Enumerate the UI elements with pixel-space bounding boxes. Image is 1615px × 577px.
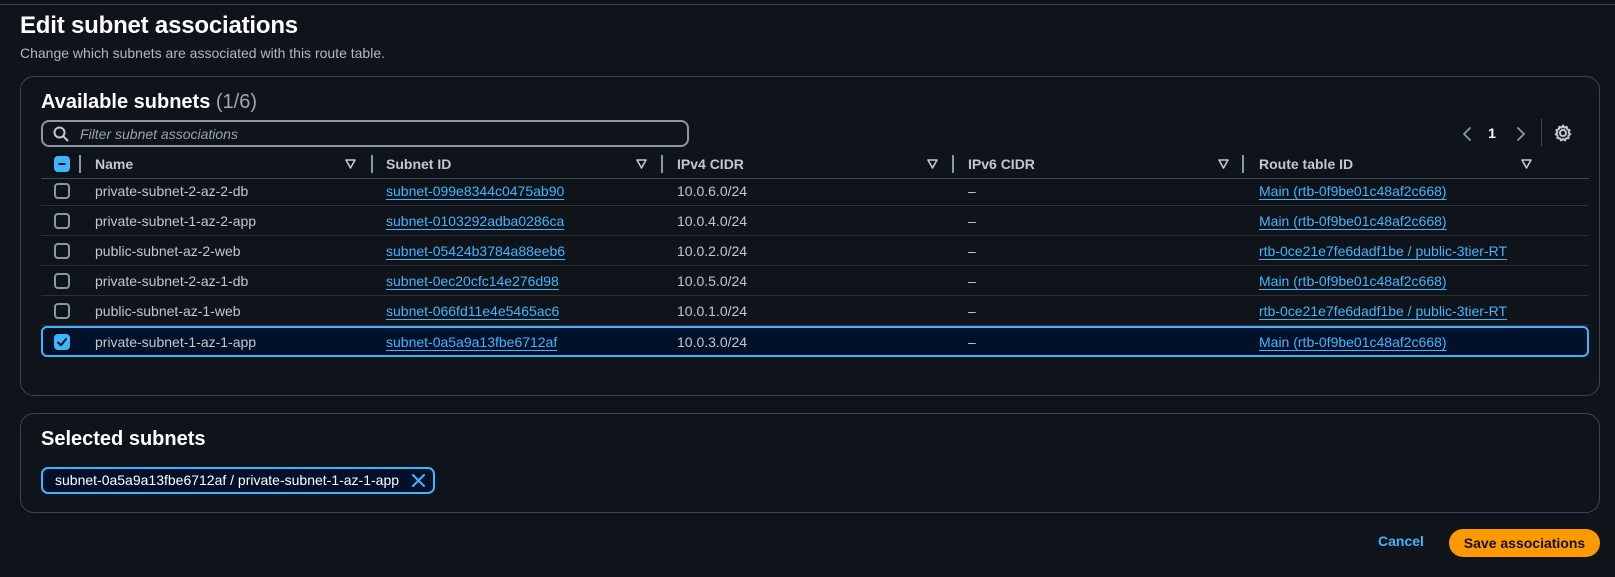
row-checkbox[interactable]: [54, 243, 70, 259]
selection-count: (1/6): [215, 91, 258, 113]
subnet-id-link[interactable]: subnet-05424b3784a88eeb6: [386, 236, 565, 266]
column-separator: [661, 155, 663, 173]
cell-ipv6: –: [968, 273, 976, 289]
selected-subnets-title: Selected subnets: [41, 428, 206, 450]
cell-ipv4: 10.0.6.0/24: [677, 183, 748, 199]
sort-caret-icon[interactable]: [1218, 159, 1229, 169]
cell-ipv6: –: [968, 213, 976, 229]
table-row[interactable]: public-subnet-az-2-web subnet-05424b3784…: [41, 236, 1589, 266]
cell-name: public-subnet-az-2-web: [95, 243, 241, 259]
column-route-table-label: Route table ID: [1259, 156, 1354, 172]
row-checkbox[interactable]: [54, 273, 70, 289]
route-table-link[interactable]: Main (rtb-0f9be01c48af2c668): [1259, 176, 1447, 206]
subnet-id-link[interactable]: subnet-0ec20cfc14e276d98: [386, 266, 559, 296]
column-subnet-id-label: Subnet ID: [386, 156, 452, 172]
cell-name: private-subnet-2-az-1-db: [95, 273, 249, 289]
sort-caret-icon[interactable]: [636, 159, 647, 169]
cancel-button[interactable]: Cancel: [1378, 533, 1424, 549]
route-table-link[interactable]: Main (rtb-0f9be01c48af2c668): [1259, 206, 1447, 236]
chevron-left-icon[interactable]: [1458, 121, 1476, 147]
chevron-right-icon[interactable]: [1512, 121, 1530, 147]
available-subnets-title: Available subnets: [41, 91, 211, 113]
route-table-link[interactable]: Main (rtb-0f9be01c48af2c668): [1259, 327, 1447, 357]
column-separator: [952, 155, 954, 173]
column-ipv4-label: IPv4 CIDR: [677, 156, 744, 172]
column-header-ipv6-cidr[interactable]: IPv6 CIDR: [968, 149, 1244, 179]
gear-icon[interactable]: [1553, 123, 1573, 143]
cell-name: private-subnet-2-az-2-db: [95, 183, 249, 199]
route-table-link[interactable]: rtb-0ce21e7fe6dadf1be / public-3tier-RT: [1259, 296, 1507, 326]
save-associations-button[interactable]: Save associations: [1449, 529, 1600, 557]
page-description: Change which subnets are associated with…: [20, 45, 385, 61]
cell-name: public-subnet-az-1-web: [95, 303, 241, 319]
table-row[interactable]: public-subnet-az-1-web subnet-066fd11e4e…: [41, 296, 1589, 326]
close-icon[interactable]: [411, 473, 426, 488]
sort-caret-icon[interactable]: [345, 159, 356, 169]
available-subnets-heading: Available subnets (1/6): [41, 91, 257, 114]
subnet-id-link[interactable]: subnet-0103292adba0286ca: [386, 206, 564, 236]
route-table-link[interactable]: Main (rtb-0f9be01c48af2c668): [1259, 266, 1447, 296]
cell-ipv6: –: [968, 334, 976, 350]
column-ipv6-label: IPv6 CIDR: [968, 156, 1035, 172]
row-checkbox[interactable]: [54, 183, 70, 199]
search-placeholder: Filter subnet associations: [80, 126, 238, 142]
sort-caret-icon[interactable]: [927, 159, 938, 169]
search-input[interactable]: Filter subnet associations: [41, 120, 689, 147]
cell-name: private-subnet-1-az-1-app: [95, 334, 257, 350]
row-checkbox[interactable]: [54, 213, 70, 229]
cell-ipv6: –: [968, 183, 976, 199]
sort-caret-icon[interactable]: [1521, 159, 1532, 169]
cell-ipv4: 10.0.4.0/24: [677, 213, 748, 229]
row-checkbox-checked[interactable]: [54, 334, 70, 350]
top-divider: [0, 4, 1615, 5]
column-header-subnet-id[interactable]: Subnet ID: [386, 149, 662, 179]
column-header-route-table-id[interactable]: Route table ID: [1259, 149, 1547, 179]
row-checkbox[interactable]: [54, 303, 70, 319]
search-icon: [53, 126, 69, 142]
column-header-name[interactable]: Name: [95, 149, 371, 179]
cell-name: private-subnet-1-az-2-app: [95, 213, 257, 229]
cell-ipv4: 10.0.1.0/24: [677, 303, 748, 319]
column-separator: [371, 155, 373, 173]
column-name-label: Name: [95, 156, 134, 172]
column-separator: [79, 155, 81, 173]
table-row[interactable]: private-subnet-2-az-2-db subnet-099e8344…: [41, 176, 1589, 206]
page-title: Edit subnet associations: [20, 12, 298, 39]
table-row[interactable]: private-subnet-1-az-2-app subnet-0103292…: [41, 206, 1589, 236]
cell-ipv4: 10.0.2.0/24: [677, 243, 748, 259]
page-number[interactable]: 1: [1483, 125, 1501, 151]
cell-ipv6: –: [968, 303, 976, 319]
token-label: subnet-0a5a9a13fbe6712af / private-subne…: [55, 472, 400, 488]
cell-ipv4: 10.0.3.0/24: [677, 334, 748, 350]
route-table-link[interactable]: rtb-0ce21e7fe6dadf1be / public-3tier-RT: [1259, 236, 1507, 266]
subnet-id-link[interactable]: subnet-099e8344c0475ab90: [386, 176, 564, 206]
select-all-checkbox[interactable]: [54, 156, 70, 172]
selected-subnets-panel: Selected subnets subnet-0a5a9a13fbe6712a…: [20, 413, 1600, 513]
table-header: Name Subnet ID IPv4 CIDR IPv6 CIDR Route…: [41, 149, 1589, 179]
column-header-ipv4-cidr[interactable]: IPv4 CIDR: [677, 149, 953, 179]
subnet-id-link[interactable]: subnet-066fd11e4e5465ac6: [386, 296, 559, 326]
subnet-id-link[interactable]: subnet-0a5a9a13fbe6712af: [386, 327, 557, 357]
cell-ipv6: –: [968, 243, 976, 259]
available-subnets-panel: Available subnets (1/6) Filter subnet as…: [20, 76, 1600, 396]
selected-subnet-token: subnet-0a5a9a13fbe6712af / private-subne…: [41, 467, 436, 494]
table-row-selected[interactable]: private-subnet-1-az-1-app subnet-0a5a9a1…: [41, 326, 1589, 357]
table-row[interactable]: private-subnet-2-az-1-db subnet-0ec20cfc…: [41, 266, 1589, 296]
pager-divider: [1541, 119, 1542, 147]
column-separator: [1242, 155, 1244, 173]
cell-ipv4: 10.0.5.0/24: [677, 273, 748, 289]
